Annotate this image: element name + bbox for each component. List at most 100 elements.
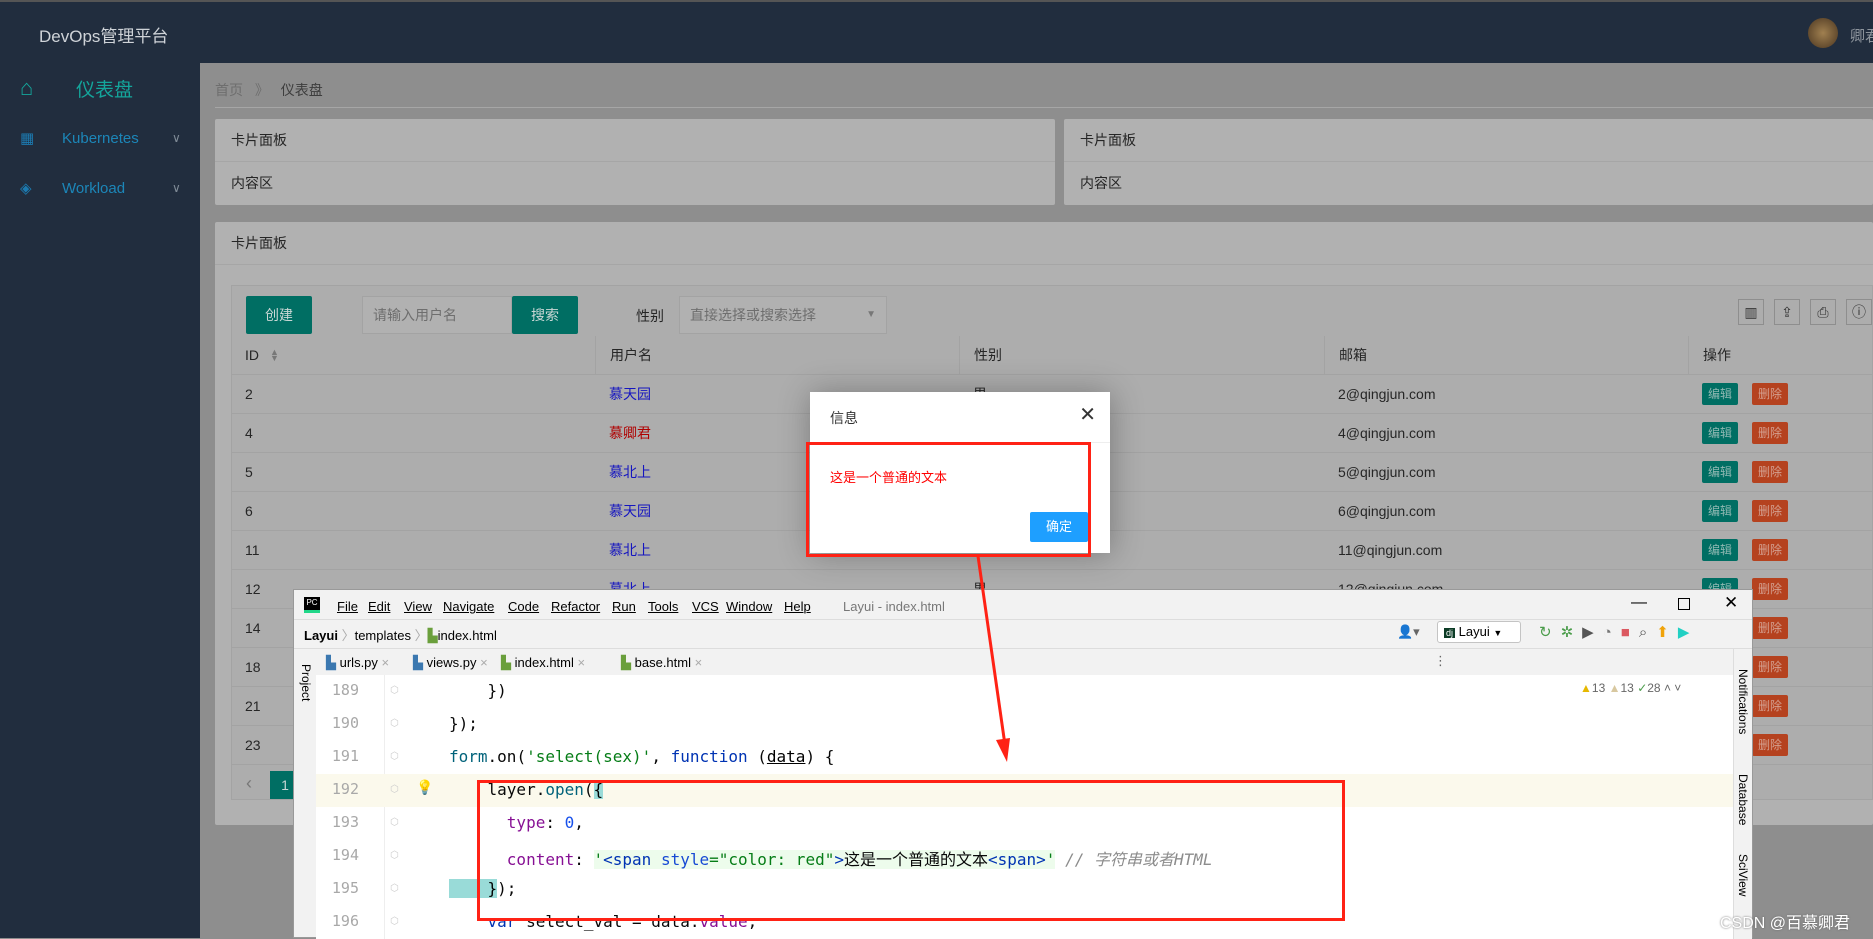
- project-tool-tab[interactable]: Project: [299, 664, 313, 701]
- close-tab-icon[interactable]: ×: [382, 655, 390, 670]
- coverage-icon[interactable]: ▶: [1582, 624, 1603, 641]
- card-title: 卡片面板: [1064, 119, 1873, 162]
- cell-id: 14: [245, 620, 261, 636]
- close-tab-icon[interactable]: ×: [695, 655, 703, 670]
- delete-button[interactable]: 删除: [1752, 578, 1788, 600]
- dialog-title: 信息: [830, 410, 858, 426]
- menu-code[interactable]: Code: [508, 599, 539, 614]
- run-config-dropdown[interactable]: dj Layui ▼: [1437, 621, 1521, 643]
- watermark: CSDN @百慕卿君: [1720, 915, 1851, 932]
- vcs-user-icon[interactable]: 👤▾: [1397, 624, 1420, 640]
- menu-window[interactable]: Window: [726, 599, 772, 614]
- sort-icon[interactable]: ▲ ▼: [270, 348, 279, 363]
- weak-warning-count: 13: [1620, 681, 1634, 695]
- line-number: 194: [331, 846, 359, 864]
- fold-marker-icon[interactable]: ⬡: [390, 916, 399, 927]
- fold-marker-icon[interactable]: ⬡: [390, 817, 399, 828]
- notifications-tool-tab[interactable]: Notifications: [1736, 669, 1750, 734]
- django-icon: dj: [1444, 628, 1456, 638]
- close-window-button[interactable]: ✕: [1724, 593, 1738, 613]
- menu-file[interactable]: File: [337, 599, 358, 614]
- debug-icon[interactable]: ✲: [1561, 624, 1583, 641]
- fold-marker-icon[interactable]: ⬡: [390, 718, 399, 729]
- lightbulb-icon[interactable]: 💡: [416, 779, 433, 796]
- line-number: 191: [331, 747, 359, 765]
- close-tab-icon[interactable]: ×: [578, 655, 586, 670]
- print-icon[interactable]: ⎙: [1810, 299, 1836, 325]
- update-icon[interactable]: ⬆: [1656, 624, 1678, 641]
- edit-button[interactable]: 编辑: [1702, 500, 1738, 522]
- delete-button[interactable]: 删除: [1752, 617, 1788, 639]
- export-icon[interactable]: ⇪: [1774, 299, 1800, 325]
- code-token: .: [487, 747, 498, 766]
- grid-icon: ▦: [20, 130, 35, 147]
- rerun-icon[interactable]: ↻: [1539, 624, 1561, 641]
- prev-highlight-icon[interactable]: ˄: [1664, 681, 1674, 695]
- crumb-folder[interactable]: templates: [355, 628, 411, 643]
- avatar[interactable]: [1808, 18, 1838, 48]
- column-header[interactable]: ID: [231, 336, 595, 375]
- delete-button[interactable]: 删除: [1752, 656, 1788, 678]
- more-tabs-icon[interactable]: ⋮: [1434, 653, 1447, 669]
- fold-marker-icon[interactable]: ⬡: [390, 751, 399, 762]
- menu-help[interactable]: Help: [784, 599, 811, 614]
- delete-button[interactable]: 删除: [1752, 695, 1788, 717]
- chevron-down-icon: ∨: [172, 131, 181, 145]
- crumb-project[interactable]: Layui: [304, 628, 338, 643]
- profile-icon[interactable]: ◔: [1603, 624, 1621, 641]
- cell-email: 6@qingjun.com: [1338, 503, 1436, 519]
- delete-button[interactable]: 删除: [1752, 422, 1788, 444]
- fold-marker-icon[interactable]: ⬡: [390, 685, 399, 696]
- tab-label: views.py: [426, 655, 477, 670]
- menu-vcs[interactable]: VCS: [692, 599, 719, 614]
- edit-button[interactable]: 编辑: [1702, 461, 1738, 483]
- delete-button[interactable]: 删除: [1752, 461, 1788, 483]
- editor-tab[interactable]: ▙ index.html ×: [501, 649, 593, 678]
- create-button[interactable]: 创建: [246, 296, 312, 334]
- search-icon[interactable]: ⌕: [1639, 624, 1656, 641]
- search-button[interactable]: 搜索: [512, 296, 578, 334]
- cell-username: 慕天园: [609, 386, 651, 402]
- sidebar-item-workload[interactable]: ◈ Workload ∨: [0, 163, 200, 213]
- stop-icon[interactable]: ■: [1621, 624, 1639, 641]
- fold-marker-icon[interactable]: ⬡: [390, 784, 399, 795]
- maximize-button[interactable]: [1678, 598, 1690, 610]
- menu-edit[interactable]: Edit: [368, 599, 390, 614]
- gender-select[interactable]: 直接选择或搜索选择 ▼: [679, 296, 887, 334]
- sidebar-item-dashboard[interactable]: ⌂ 仪表盘: [0, 63, 200, 113]
- delete-button[interactable]: 删除: [1752, 500, 1788, 522]
- next-highlight-icon[interactable]: ˅: [1674, 681, 1681, 695]
- code-line: });: [449, 714, 478, 733]
- minimize-button[interactable]: —: [1631, 594, 1647, 612]
- code-token: form: [449, 747, 488, 766]
- info-icon[interactable]: ⓘ: [1846, 299, 1872, 325]
- delete-button[interactable]: 删除: [1752, 734, 1788, 756]
- edit-button[interactable]: 编辑: [1702, 539, 1738, 561]
- sciview-tool-tab[interactable]: SciView: [1736, 854, 1750, 896]
- fold-marker-icon[interactable]: ⬡: [390, 850, 399, 861]
- columns-filter-icon[interactable]: ▥: [1738, 299, 1764, 325]
- menu-run[interactable]: Run: [612, 599, 636, 614]
- edit-button[interactable]: 编辑: [1702, 383, 1738, 405]
- code-with-me-icon[interactable]: ▶: [1678, 624, 1699, 641]
- delete-button[interactable]: 删除: [1752, 383, 1788, 405]
- fold-marker-icon[interactable]: ⬡: [390, 883, 399, 894]
- menu-refactor[interactable]: Refactor: [551, 599, 600, 614]
- close-icon[interactable]: ✕: [1079, 402, 1096, 427]
- menu-navigate[interactable]: Navigate: [443, 599, 494, 614]
- database-tool-tab[interactable]: Database: [1736, 774, 1750, 825]
- menu-view[interactable]: View: [404, 599, 432, 614]
- prev-page-icon[interactable]: ‹: [246, 773, 252, 794]
- breadcrumb-home[interactable]: 首页: [215, 82, 243, 98]
- crumb-file[interactable]: index.html: [438, 628, 497, 643]
- sidebar-item-kubernetes[interactable]: ▦ Kubernetes ∨: [0, 113, 200, 163]
- edit-button[interactable]: 编辑: [1702, 422, 1738, 444]
- card-title: 卡片面板: [215, 119, 1055, 162]
- line-number: 195: [331, 879, 359, 897]
- menu-tools[interactable]: Tools: [648, 599, 678, 614]
- username-search-input[interactable]: 请输入用户名: [362, 296, 512, 334]
- delete-button[interactable]: 删除: [1752, 539, 1788, 561]
- close-tab-icon[interactable]: ×: [480, 655, 488, 670]
- user-name[interactable]: 卿君: [1850, 25, 1873, 46]
- inspection-widget[interactable]: ▲13 ▲13 ✓28 ˄ ˅: [1580, 681, 1681, 695]
